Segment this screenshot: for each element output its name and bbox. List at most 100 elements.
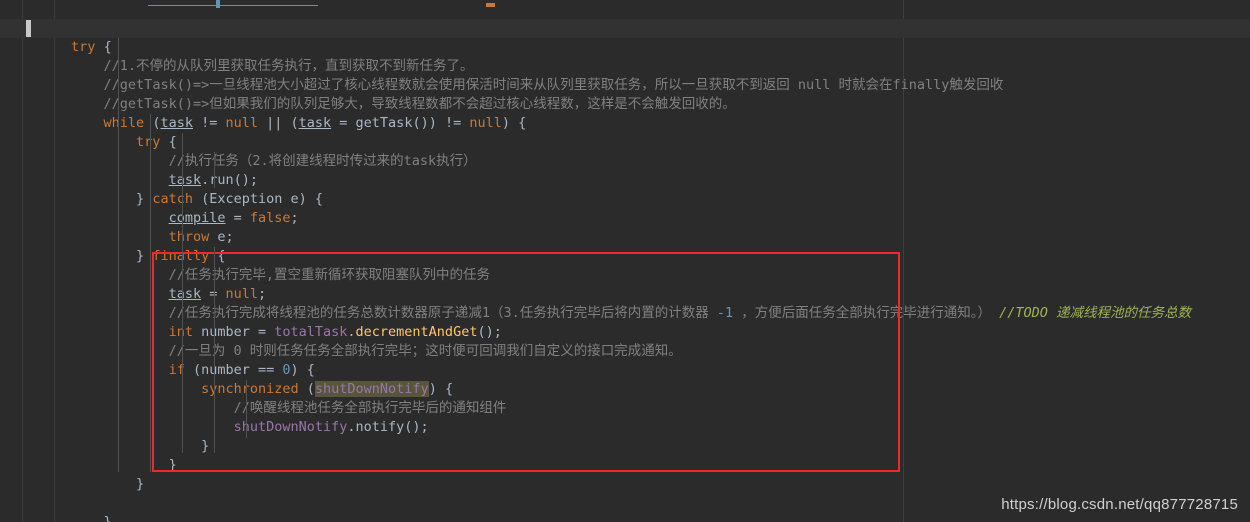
code-token: notify xyxy=(355,419,405,435)
code-token: //getTask()=>一旦线程池大小超过了核心线程数就会使用保活时间来从队列… xyxy=(103,77,798,93)
code-line[interactable]: //1.不停的从队列里获取任务执行，直到获取不到新任务了。 xyxy=(0,57,1250,76)
code-token: (); xyxy=(404,419,429,435)
code-token: (); xyxy=(477,324,502,340)
code-line[interactable]: } finally { xyxy=(0,247,1250,266)
code-token: e) { xyxy=(282,191,324,207)
code-token: } xyxy=(136,476,145,492)
indent-guide-2 xyxy=(182,133,183,453)
code-token: (number == xyxy=(184,362,283,378)
code-token: -1 xyxy=(716,305,734,321)
code-line[interactable]: synchronized (shutDownNotify) { xyxy=(0,380,1250,399)
code-line[interactable]: //任务执行完成将线程池的任务总数计数器原子递减1（3.任务执行完毕后将内置的计… xyxy=(0,304,1250,323)
code-token: //TODO 递减线程池的任务总数 xyxy=(990,305,1192,321)
watermark-url: https://blog.csdn.net/qq877728715 xyxy=(1001,496,1238,513)
code-token: ( xyxy=(298,381,315,397)
code-token: try xyxy=(136,134,161,150)
code-line[interactable]: int number = totalTask.decrementAndGet()… xyxy=(0,323,1250,342)
code-token: . xyxy=(201,172,210,188)
code-token: null xyxy=(225,286,258,302)
code-token: ; xyxy=(257,286,267,302)
code-line[interactable]: compile = false; xyxy=(0,209,1250,228)
code-line[interactable]: //getTask()=>一旦线程池大小超过了核心线程数就会使用保活时间来从队列… xyxy=(0,76,1250,95)
code-token: task xyxy=(168,286,202,302)
code-token: decrementAndGet xyxy=(355,324,478,340)
code-token: || ( xyxy=(258,115,299,131)
code-line[interactable]: try { xyxy=(0,133,1250,152)
code-token: task xyxy=(298,115,332,131)
code-token: synchronized xyxy=(201,381,299,397)
code-token: //一旦为 0 时则任务任务全部执行完毕；这时便可回调我们自定义的接口完成通知。 xyxy=(168,343,682,359)
code-line[interactable] xyxy=(0,19,1250,38)
code-token: = xyxy=(331,115,356,131)
code-token: null xyxy=(797,77,831,93)
code-line[interactable]: task = null; xyxy=(0,285,1250,304)
highlighted-identifier: shutDownNotify xyxy=(314,381,429,397)
code-token: number = xyxy=(192,324,275,340)
code-line[interactable]: if (number == 0) { xyxy=(0,361,1250,380)
code-line[interactable]: //一旦为 0 时则任务任务全部执行完毕；这时便可回调我们自定义的接口完成通知。 xyxy=(0,342,1250,361)
code-token: ()) != xyxy=(412,115,470,131)
code-token: ( xyxy=(192,191,210,207)
code-line[interactable]: while (task != null || (task = getTask()… xyxy=(0,114,1250,133)
code-token: false xyxy=(249,210,291,226)
code-token: task xyxy=(168,172,202,188)
code-line[interactable]: } catch (Exception e) { xyxy=(0,190,1250,209)
code-token: ) { xyxy=(501,115,527,131)
code-token: ，方便后面任务全部执行完毕进行通知。） xyxy=(733,305,991,321)
code-token: { xyxy=(160,134,177,150)
code-token: null xyxy=(469,115,502,131)
code-token: } xyxy=(103,514,112,522)
code-token: //任务执行完成将线程池的任务总数计数器原子递减1（3.任务执行完毕后将内置的计… xyxy=(168,305,717,321)
code-line[interactable]: //唤醒线程池任务全部执行完毕后的通知组件 xyxy=(0,399,1250,418)
code-token: while xyxy=(103,115,145,131)
code-line[interactable]: task.run(); xyxy=(0,171,1250,190)
code-line[interactable]: //getTask()=>但如果我们的队列足够大，导致线程数都不会超过核心线程数… xyxy=(0,95,1250,114)
code-line[interactable]: } xyxy=(0,513,1250,522)
code-token: compile xyxy=(168,210,226,226)
code-line[interactable]: //任务执行完毕,置空重新循环获取阻塞队列中的任务 xyxy=(0,266,1250,285)
code-line[interactable]: } xyxy=(0,456,1250,475)
code-token: //唤醒线程池任务全部执行完毕后的通知组件 xyxy=(233,400,507,416)
code-line[interactable]: shutDownNotify.notify(); xyxy=(0,418,1250,437)
code-token: null xyxy=(225,115,258,131)
code-line[interactable]: } xyxy=(0,475,1250,494)
code-line[interactable] xyxy=(0,0,1250,19)
code-token: totalTask xyxy=(274,324,348,340)
code-token: //1.不停的从队列里获取任务执行，直到获取不到新任务了。 xyxy=(103,58,474,74)
code-token: . xyxy=(347,324,356,340)
code-token: . xyxy=(347,419,356,435)
code-editor-window: try { //1.不停的从队列里获取任务执行，直到获取不到新任务了。 //ge… xyxy=(0,0,1250,522)
code-token: //getTask()=>但如果我们的队列足够大，导致线程数都不会超过核心线程数… xyxy=(103,96,736,112)
code-token: catch xyxy=(152,191,193,207)
code-line[interactable]: } xyxy=(0,437,1250,456)
code-line[interactable]: //执行任务（2.将创建线程时传过来的task执行） xyxy=(0,152,1250,171)
code-content[interactable]: try { //1.不停的从队列里获取任务执行，直到获取不到新任务了。 //ge… xyxy=(0,0,1250,522)
code-token: ; xyxy=(290,210,299,226)
code-line[interactable]: throw e; xyxy=(0,228,1250,247)
indent-guide-0 xyxy=(118,38,119,472)
code-token: != xyxy=(192,115,226,131)
code-token: //任务执行完毕,置空重新循环获取阻塞队列中的任务 xyxy=(168,267,490,283)
code-line[interactable]: try { xyxy=(0,38,1250,57)
code-token: 时就会在finally触发回收 xyxy=(830,77,1004,93)
code-token: 0 xyxy=(282,362,291,378)
